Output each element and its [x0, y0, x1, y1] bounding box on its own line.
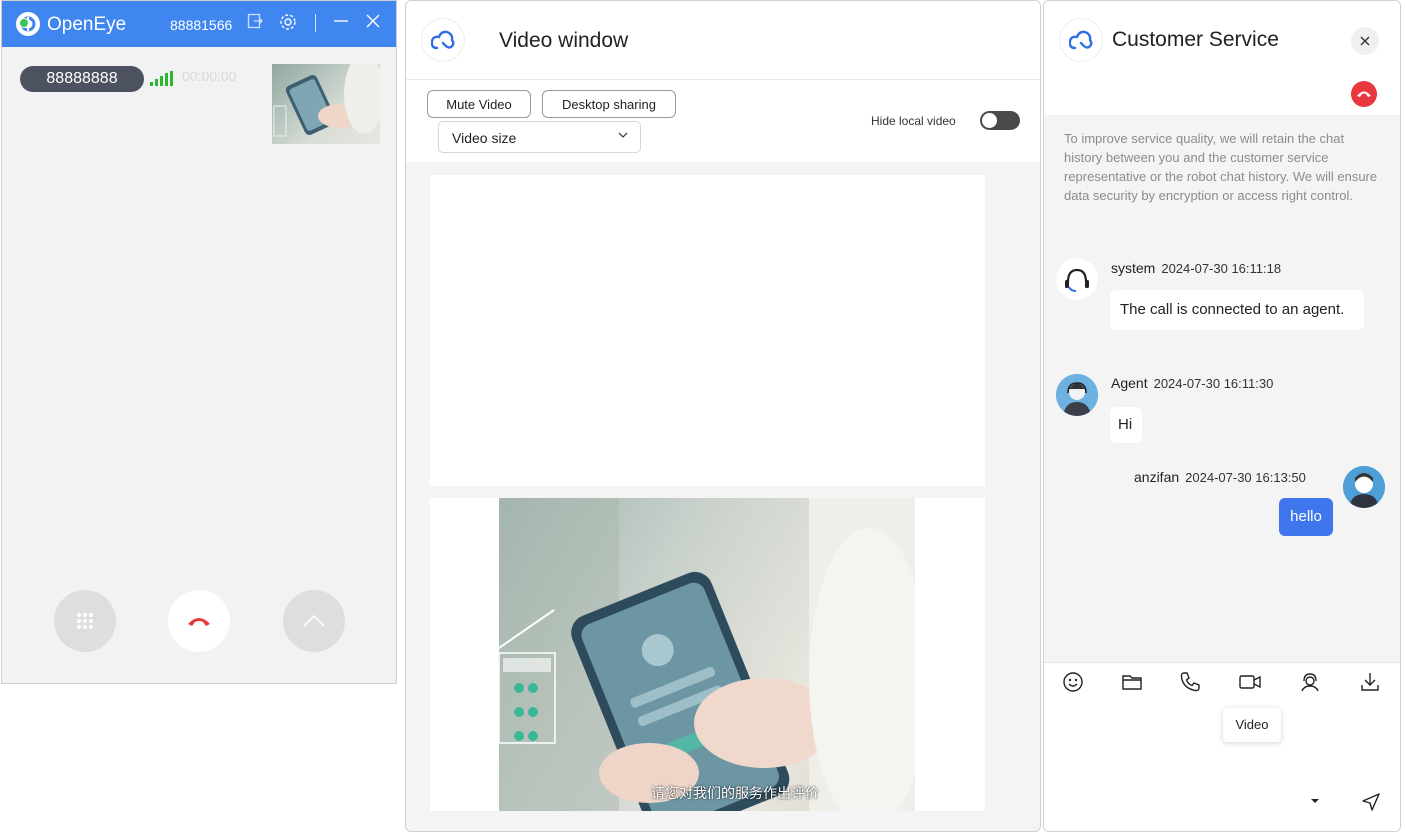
caller-number: 88888888	[20, 66, 144, 92]
video-window: Video window Mute Video Desktop sharing …	[405, 0, 1041, 832]
privacy-notice: To improve service quality, we will reta…	[1064, 131, 1378, 203]
message-time: 2024-07-30 16:11:18	[1161, 261, 1282, 276]
send-options-dropdown[interactable]	[1309, 794, 1321, 808]
expand-button[interactable]	[283, 590, 345, 652]
agent-avatar	[1056, 374, 1098, 416]
logout-icon[interactable]	[247, 13, 263, 34]
user-avatar	[1343, 466, 1385, 508]
send-icon[interactable]	[1360, 791, 1382, 818]
message-bubble: hello	[1279, 498, 1333, 536]
dialpad-button[interactable]	[54, 590, 116, 652]
settings-icon[interactable]	[279, 13, 297, 36]
headset-icon	[1065, 268, 1089, 292]
system-avatar	[1056, 258, 1098, 300]
hangup-button[interactable]	[168, 590, 230, 652]
chevron-up-icon	[303, 614, 325, 627]
message-sender: Agent	[1111, 375, 1148, 391]
titlebar-divider	[315, 14, 316, 32]
hide-local-video-toggle[interactable]	[980, 111, 1020, 130]
message-time: 2024-07-30 16:11:30	[1153, 376, 1274, 391]
video-size-placeholder: Video size	[452, 130, 517, 146]
chevron-down-icon	[617, 128, 629, 144]
mute-video-button[interactable]: Mute Video	[427, 90, 531, 118]
remote-video-area	[430, 175, 985, 486]
local-video-area: 请您对我们的服务作出评价	[430, 498, 985, 811]
customer-service-panel: Customer Service To improve service qual…	[1043, 0, 1401, 832]
message-sender: anzifan	[1134, 469, 1180, 485]
hangup-button[interactable]	[1351, 81, 1377, 107]
desktop-sharing-button[interactable]: Desktop sharing	[542, 90, 676, 118]
openeye-title: OpenEye	[47, 14, 127, 35]
video-thumbnail[interactable]	[272, 64, 380, 144]
call-control-bar	[1044, 79, 1400, 115]
folder-icon[interactable]	[1121, 671, 1145, 695]
hide-local-video-label: Hide local video	[871, 114, 956, 128]
download-icon[interactable]	[1359, 671, 1383, 695]
message-time: 2024-07-30 16:13:50	[1185, 470, 1306, 485]
cloud-logo-icon	[1060, 19, 1102, 61]
video-window-header: Video window	[406, 1, 1040, 80]
chat-input-area[interactable]	[1044, 703, 1400, 831]
video-toolbar: Mute Video Desktop sharing Video size Hi…	[406, 80, 1040, 162]
dialpad-icon	[77, 613, 93, 629]
close-icon	[1360, 36, 1370, 46]
video-tooltip: Video	[1223, 708, 1281, 742]
signal-icon	[149, 71, 175, 92]
caret-down-icon	[1311, 799, 1319, 803]
video-subtitle: 请您对我们的服务作出评价	[651, 785, 819, 801]
cloud-logo-icon	[422, 19, 464, 61]
hangup-icon	[1357, 91, 1371, 97]
openeye-window: OpenEye 88881566 88888888 00:00:00	[1, 0, 397, 684]
video-icon[interactable]	[1238, 671, 1262, 695]
video-size-select[interactable]: Video size	[438, 121, 641, 153]
message-meta: system 2024-07-30 16:11:18	[1111, 260, 1281, 276]
customer-service-title: Customer Service	[1112, 28, 1279, 51]
close-icon[interactable]	[365, 13, 381, 34]
message-bubble: Hi	[1110, 407, 1142, 443]
close-button[interactable]	[1351, 27, 1379, 55]
emoji-icon[interactable]	[1062, 671, 1086, 695]
message-meta: Agent 2024-07-30 16:11:30	[1111, 375, 1273, 391]
message-meta: anzifan 2024-07-30 16:13:50	[1134, 469, 1306, 485]
toggle-knob	[982, 113, 997, 128]
video-window-title: Video window	[499, 29, 629, 52]
message-sender: system	[1111, 260, 1156, 276]
call-timer: 00:00:00	[182, 68, 237, 84]
chat-toolbar	[1044, 662, 1400, 704]
agent-icon[interactable]	[1299, 671, 1323, 695]
openeye-titlebar: OpenEye 88881566	[2, 1, 396, 47]
phone-icon[interactable]	[1179, 671, 1203, 695]
account-number: 88881566	[170, 17, 233, 33]
minimize-icon[interactable]	[333, 13, 349, 34]
message-bubble: The call is connected to an agent.	[1110, 290, 1364, 330]
local-video-frame: 请您对我们的服务作出评价	[499, 498, 915, 811]
customer-service-header: Customer Service	[1044, 1, 1400, 79]
hangup-icon	[188, 618, 210, 626]
online-status-dot	[19, 18, 29, 28]
